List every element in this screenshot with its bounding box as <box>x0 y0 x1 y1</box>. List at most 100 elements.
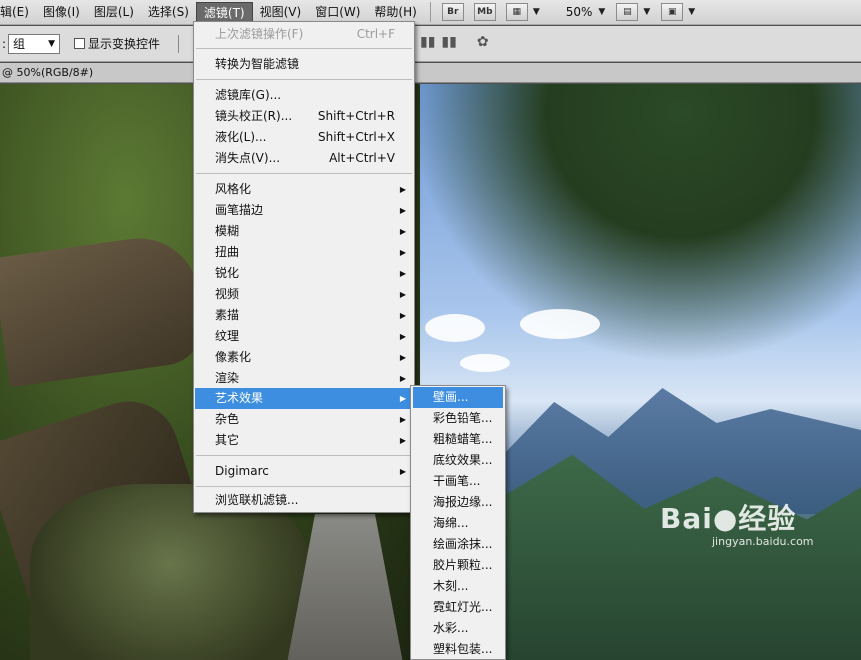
menu-item-sharpen[interactable]: 锐化 ▶ <box>195 263 413 284</box>
submenu-item-cutout[interactable]: 木刻... <box>413 576 503 597</box>
photo-cloud <box>460 354 510 372</box>
menu-item-other[interactable]: 其它 ▶ <box>195 430 413 451</box>
menu-item-pixelate[interactable]: 像素化 ▶ <box>195 347 413 368</box>
submenu-item-colored-pencil[interactable]: 彩色铅笔... <box>413 408 503 429</box>
menu-item-label: 视频 <box>215 287 240 301</box>
menu-separator <box>196 486 412 487</box>
show-transform-label: 显示变换控件 <box>88 37 161 51</box>
bridge-button[interactable]: Br <box>441 3 464 21</box>
menu-item-label: 液化(L)... <box>215 130 267 144</box>
menu-item-liquify[interactable]: 液化(L)... Shift+Ctrl+X <box>195 127 413 148</box>
menu-item-last-filter[interactable]: 上次滤镜操作(F) Ctrl+F <box>195 24 413 45</box>
options-divider <box>178 34 180 53</box>
menu-separator <box>196 173 412 174</box>
menu-item-noise[interactable]: 杂色 ▶ <box>195 409 413 430</box>
menu-bar: 辑(E) 图像(I) 图层(L) 选择(S) 滤镜(T) 视图(V) 窗口(W)… <box>0 0 861 25</box>
view-extras-icon[interactable]: ▦ <box>505 3 528 21</box>
menu-filter[interactable]: 滤镜(T) <box>195 1 253 23</box>
submenu-item-plastic-wrap[interactable]: 塑料包装... <box>413 639 503 660</box>
chevron-down-icon[interactable]: ▼ <box>643 7 650 17</box>
document-tab[interactable]: @ 50%(RGB/8#) <box>0 63 861 83</box>
menu-item-artistic[interactable]: 艺术效果 ▶ <box>195 388 413 409</box>
menu-item-label: 纹理 <box>215 329 240 343</box>
chevron-right-icon: ▶ <box>399 332 406 341</box>
menu-item-label: 模糊 <box>215 224 240 238</box>
menu-item-sketch[interactable]: 素描 ▶ <box>195 305 413 326</box>
menu-item-label: 转换为智能滤镜 <box>215 57 300 71</box>
menu-item-texture[interactable]: 纹理 ▶ <box>195 326 413 347</box>
menu-item-label: 像素化 <box>215 350 252 364</box>
submenu-item-neon-glow[interactable]: 霓虹灯光... <box>413 597 503 618</box>
chevron-down-icon[interactable]: ▼ <box>688 7 695 17</box>
menu-select[interactable]: 选择(S) <box>141 2 196 23</box>
submenu-item-dry-brush[interactable]: 干画笔... <box>413 471 503 492</box>
menu-item-shortcut: Shift+Ctrl+R <box>317 109 395 123</box>
menu-item-shortcut: Ctrl+F <box>356 27 395 41</box>
menu-separator <box>196 455 412 456</box>
submenu-item-rough-pastels[interactable]: 粗糙蜡笔... <box>413 429 503 450</box>
align-icons: ▮▮ ▮▮ ✿ <box>420 34 489 50</box>
options-bar: : 组 ▼ 显示变换控件 ▮▮ ▮▮ ✿ <box>0 26 861 62</box>
menu-item-label: 滤镜库(G)... <box>215 88 282 102</box>
screen-mode-icon[interactable]: ▣ <box>661 3 684 21</box>
chevron-right-icon: ▶ <box>399 269 406 278</box>
menu-item-lens-correction[interactable]: 镜头校正(R)... Shift+Ctrl+R <box>195 106 413 127</box>
menu-item-shortcut: Shift+Ctrl+X <box>318 130 395 144</box>
menu-item-label: 素描 <box>215 308 240 322</box>
show-transform-checkbox[interactable] <box>74 38 86 49</box>
submenu-item-sponge[interactable]: 海绵... <box>413 513 503 534</box>
menu-item-label: 艺术效果 <box>215 391 264 405</box>
photo-cloud <box>425 314 485 342</box>
align-icon[interactable]: ▮▮ <box>420 34 435 50</box>
menu-separator <box>196 79 412 80</box>
distribute-icon[interactable]: ▮▮ <box>441 34 456 50</box>
menu-item-vanishing-point[interactable]: 消失点(V)... Alt+Ctrl+V <box>195 148 413 169</box>
menubar-divider <box>429 2 431 22</box>
menu-item-label: 风格化 <box>215 182 252 196</box>
menu-help[interactable]: 帮助(H) <box>367 2 423 23</box>
submenu-item-paint-daubs[interactable]: 绘画涂抹... <box>413 534 503 555</box>
submenu-item-underpainting[interactable]: 底纹效果... <box>413 450 503 471</box>
submenu-item-poster-edges[interactable]: 海报边缘... <box>413 492 503 513</box>
menu-item-label: 上次滤镜操作(F) <box>215 27 304 41</box>
menu-item-brush-strokes[interactable]: 画笔描边 ▶ <box>195 200 413 221</box>
menu-item-label: 镜头校正(R)... <box>215 109 293 123</box>
zoom-level[interactable]: 50% <box>566 5 593 19</box>
photo-cloud <box>520 309 600 339</box>
chevron-right-icon: ▶ <box>399 227 406 236</box>
mini-bridge-button[interactable]: Mb <box>473 3 496 21</box>
auto-select-dropdown[interactable]: 组 ▼ <box>8 33 61 54</box>
menu-item-video[interactable]: 视频 ▶ <box>195 284 413 305</box>
menu-item-digimarc[interactable]: Digimarc ▶ <box>195 461 413 482</box>
menu-edit[interactable]: 辑(E) <box>0 2 36 23</box>
chevron-right-icon: ▶ <box>399 415 406 424</box>
menu-item-convert-smart[interactable]: 转换为智能滤镜 <box>195 54 413 75</box>
menu-item-distort[interactable]: 扭曲 ▶ <box>195 242 413 263</box>
menu-item-label: 锐化 <box>215 266 240 280</box>
menu-window[interactable]: 窗口(W) <box>308 2 367 23</box>
chevron-down-icon[interactable]: ▼ <box>533 7 540 17</box>
menu-layer[interactable]: 图层(L) <box>87 2 141 23</box>
menu-image[interactable]: 图像(I) <box>36 2 87 23</box>
menu-view[interactable]: 视图(V) <box>253 2 309 23</box>
submenu-item-film-grain[interactable]: 胶片颗粒... <box>413 555 503 576</box>
chevron-right-icon: ▶ <box>399 206 406 215</box>
menu-item-render[interactable]: 渲染 ▶ <box>195 368 413 389</box>
chevron-down-icon[interactable]: ▼ <box>598 7 605 17</box>
auto-select-value: 组 <box>13 36 26 51</box>
menu-item-blur[interactable]: 模糊 ▶ <box>195 221 413 242</box>
arrange-documents-icon[interactable]: ▤ <box>616 3 639 21</box>
submenu-item-fresco[interactable]: 壁画... <box>413 387 503 408</box>
chevron-right-icon: ▶ <box>399 290 406 299</box>
chevron-right-icon: ▶ <box>399 374 406 383</box>
chevron-right-icon: ▶ <box>399 185 406 194</box>
menu-item-stylize[interactable]: 风格化 ▶ <box>195 179 413 200</box>
menu-item-label: 扭曲 <box>215 245 240 259</box>
submenu-item-watercolor[interactable]: 水彩... <box>413 618 503 639</box>
auto-align-icon[interactable]: ✿ <box>477 34 489 50</box>
menu-item-filter-gallery[interactable]: 滤镜库(G)... <box>195 85 413 106</box>
menu-item-browse-online[interactable]: 浏览联机滤镜... <box>195 490 413 511</box>
watermark-brand: Bai <box>660 502 713 535</box>
menu-item-label: 其它 <box>215 433 240 447</box>
menu-separator <box>196 48 412 49</box>
